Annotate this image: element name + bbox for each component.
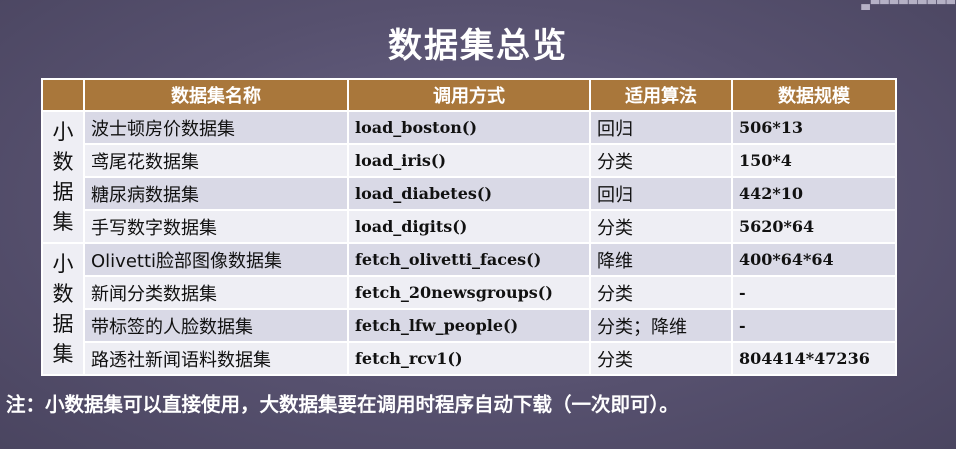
dataset-name: 鸢尾花数据集: [83, 143, 349, 178]
corner-watermark: ▄▀▀▀▀▀▀▀▀▀: [861, 0, 956, 10]
dataset-name: 带标签的人脸数据集: [83, 308, 349, 343]
data-size: 150*4: [731, 143, 897, 178]
dataset-name: 波士顿房价数据集: [83, 110, 349, 145]
algorithm: 分类: [589, 209, 733, 244]
group-label-small: 小数据集: [41, 110, 85, 244]
dataset-name: 路透社新闻语料数据集: [83, 341, 349, 376]
data-size: -: [731, 308, 897, 343]
dataset-name: 手写数字数据集: [83, 209, 349, 244]
table-row: 路透社新闻语料数据集 fetch_rcv1() 分类 804414*47236: [42, 341, 897, 376]
header-call: 调用方式: [347, 78, 591, 112]
table-row: 糖尿病数据集 load_diabetes() 回归 442*10: [42, 176, 897, 211]
header-algo: 适用算法: [589, 78, 733, 112]
dataset-name: 糖尿病数据集: [83, 176, 349, 211]
algorithm: 分类: [589, 341, 733, 376]
footnote: 注：小数据集可以直接使用，大数据集要在调用时程序自动下载（一次即可）。: [6, 393, 679, 416]
table-header-row: 数据集名称 调用方式 适用算法 数据规模: [41, 78, 897, 112]
data-size: 442*10: [731, 176, 897, 211]
table-row: 新闻分类数据集 fetch_20newsgroups() 分类 -: [42, 275, 897, 310]
data-size: 804414*47236: [731, 341, 897, 376]
algorithm: 分类: [589, 275, 733, 310]
algorithm: 分类；降维: [589, 308, 733, 343]
header-corner: [41, 78, 85, 112]
call-method: fetch_20newsgroups(): [347, 275, 591, 310]
data-size: 506*13: [731, 110, 897, 145]
table-row: 鸢尾花数据集 load_iris() 分类 150*4: [42, 143, 897, 178]
data-size: 5620*64: [731, 209, 897, 244]
call-method: fetch_rcv1(): [347, 341, 591, 376]
table-row: 小数据集 Olivetti脸部图像数据集 fetch_olivetti_face…: [41, 242, 897, 376]
dataset-name: Olivetti脸部图像数据集: [83, 242, 349, 277]
table-row: 小数据集 波士顿房价数据集 load_boston() 回归 506*13: [41, 110, 897, 244]
call-method: load_digits(): [347, 209, 591, 244]
data-size: 400*64*64: [731, 242, 897, 277]
data-size: -: [731, 275, 897, 310]
header-name: 数据集名称: [83, 78, 349, 112]
header-size: 数据规模: [731, 78, 897, 112]
table-row: 手写数字数据集 load_digits() 分类 5620*64: [42, 209, 897, 244]
group-label-large: 小数据集: [41, 242, 85, 376]
call-method: fetch_lfw_people(): [347, 308, 591, 343]
page-title: 数据集总览: [388, 26, 568, 66]
table-row: 带标签的人脸数据集 fetch_lfw_people() 分类；降维 -: [42, 308, 897, 343]
dataset-name: 新闻分类数据集: [83, 275, 349, 310]
dataset-table: 数据集名称 调用方式 适用算法 数据规模 小数据集 波士顿房价数据集 load_…: [41, 78, 897, 376]
call-method: fetch_olivetti_faces(): [347, 242, 591, 277]
algorithm: 回归: [589, 110, 733, 145]
algorithm: 回归: [589, 176, 733, 211]
call-method: load_iris(): [347, 143, 591, 178]
call-method: load_boston(): [347, 110, 591, 145]
algorithm: 降维: [589, 242, 733, 277]
algorithm: 分类: [589, 143, 733, 178]
call-method: load_diabetes(): [347, 176, 591, 211]
